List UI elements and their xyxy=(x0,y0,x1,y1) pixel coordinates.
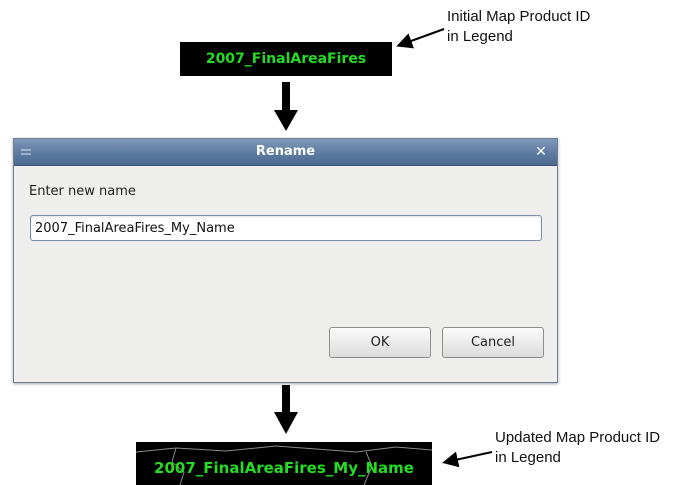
dialog-title: Rename xyxy=(255,144,316,159)
cancel-button[interactable]: Cancel xyxy=(442,327,544,358)
new-name-input[interactable] xyxy=(30,215,542,241)
down-arrow-icon xyxy=(274,385,298,434)
legend-updated-product-id: 2007_FinalAreaFires_My_Name xyxy=(136,442,432,485)
close-icon[interactable]: ✕ xyxy=(533,144,549,160)
callout-updated-line2: in Legend xyxy=(495,449,561,466)
callout-updated: Updated Map Product ID in Legend xyxy=(495,428,660,468)
legend-updated-label: 2007_FinalAreaFires_My_Name xyxy=(154,458,414,477)
rename-dialog: Rename ✕ Enter new name OK Cancel xyxy=(13,138,558,383)
prompt-label: Enter new name xyxy=(29,184,136,199)
callout-updated-line1: Updated Map Product ID xyxy=(495,429,661,446)
callout-initial-pointer xyxy=(396,28,445,49)
ok-button[interactable]: OK xyxy=(329,327,431,358)
dialog-titlebar[interactable]: Rename ✕ xyxy=(14,139,557,166)
down-arrow-icon xyxy=(274,82,298,131)
callout-updated-pointer xyxy=(442,451,493,468)
